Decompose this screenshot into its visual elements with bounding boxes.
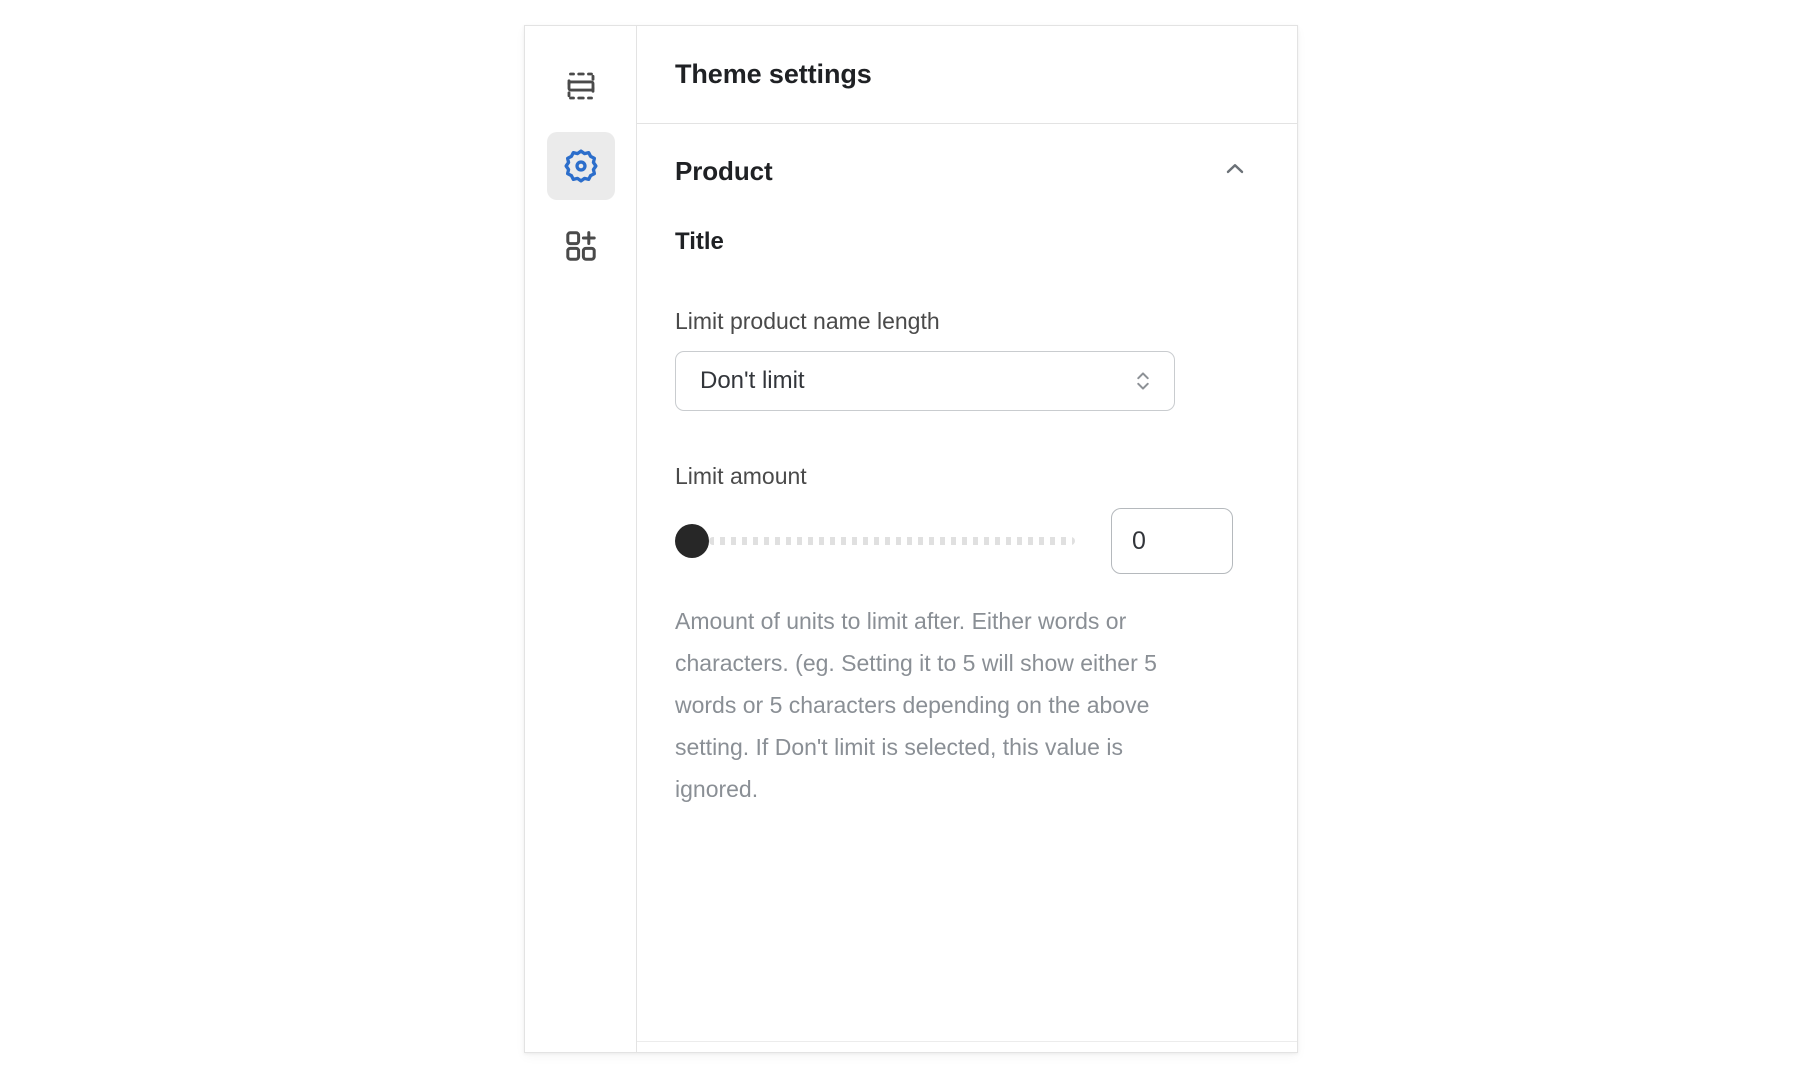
app-blocks-add-icon [563,228,599,264]
chevron-up-icon [1221,155,1249,188]
limit-length-select-wrap: Don't limit [675,351,1175,411]
theme-editor-panel: Theme settings Product Title Limit produ… [524,25,1298,1053]
screen: Theme settings Product Title Limit produ… [0,0,1820,1080]
panel-header: Theme settings [637,26,1297,124]
sections-icon [563,68,599,104]
limit-amount-help-text: Amount of units to limit after. Either w… [675,608,1157,802]
sidebar-item-sections[interactable] [547,52,615,120]
limit-amount-row: 0 [675,508,1259,574]
gear-icon [562,147,600,185]
content-bottom-divider [637,1041,1297,1042]
editor-sidebar-rail [525,26,637,1052]
slider-track [709,537,1075,545]
section-title: Product [675,155,773,186]
limit-amount-input[interactable]: 0 [1111,508,1233,574]
settings-section-body: Product Title Limit product name length [637,124,1297,1052]
section-collapse-toggle[interactable] [1213,149,1257,193]
limit-length-select[interactable]: Don't limit [675,351,1175,411]
sidebar-item-theme-settings[interactable] [546,132,615,200]
section-header[interactable]: Product [675,124,1259,218]
editor-content-column: Theme settings Product Title Limit produ… [637,26,1297,1052]
slider-thumb[interactable] [675,524,709,558]
limit-amount-value: 0 [1132,526,1146,555]
limit-amount-label: Limit amount [675,463,807,489]
sidebar-item-app-embeds[interactable] [547,212,615,280]
group-title: Title [675,228,724,255]
limit-length-label: Limit product name length [675,308,940,334]
page-title: Theme settings [675,59,872,89]
limit-length-select-value: Don't limit [700,367,805,394]
chevron-up-down-icon [1130,368,1156,394]
limit-amount-slider[interactable] [675,521,1075,561]
